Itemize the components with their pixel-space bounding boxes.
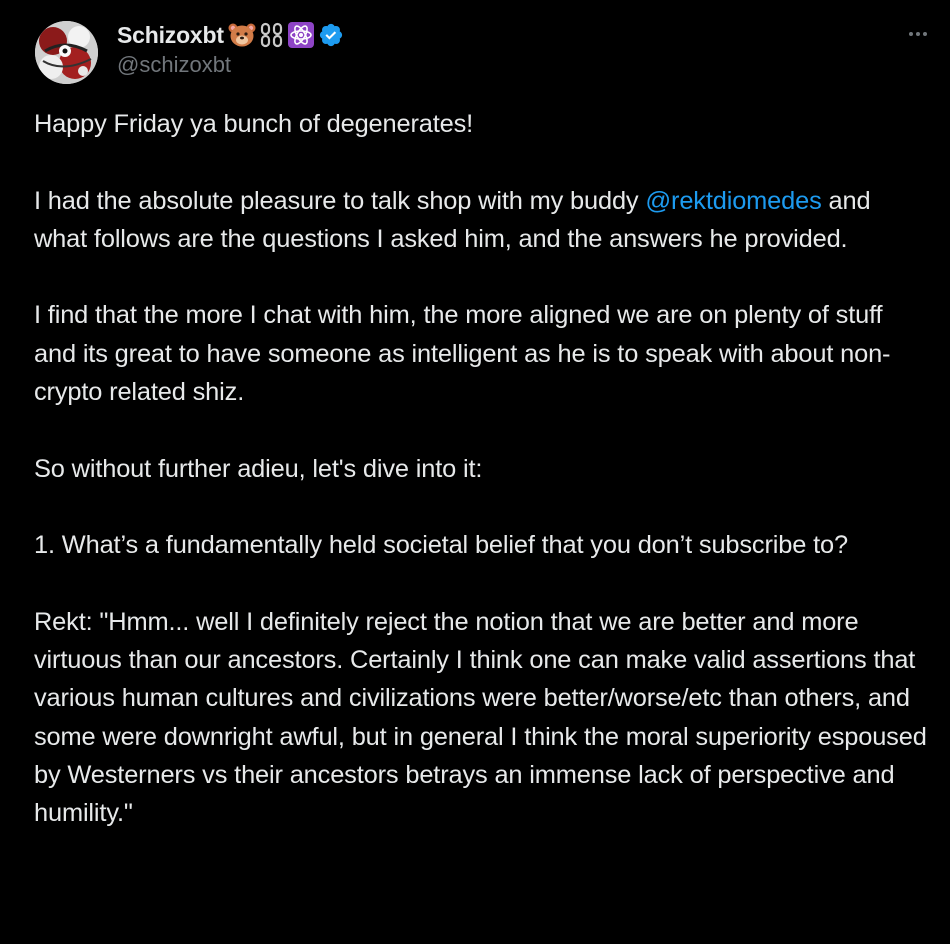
- mention-link[interactable]: @rektdiomedes: [645, 187, 821, 215]
- avatar[interactable]: [35, 21, 98, 84]
- tweet-text: Happy Friday ya bunch of degenerates! I …: [34, 105, 929, 833]
- tweet-answer-1: Rekt: "Hmm... well I definitely reject t…: [34, 607, 927, 828]
- verified-badge-icon[interactable]: [318, 22, 344, 48]
- more-dots-icon[interactable]: [900, 22, 936, 46]
- chain-emoji: [260, 22, 284, 48]
- tweet-question-1: 1. What’s a fundamentally held societal …: [34, 531, 848, 560]
- author-handle[interactable]: @schizoxbt: [117, 52, 231, 78]
- tweet-intro: I had the absolute pleasure to talk shop…: [34, 182, 929, 259]
- author-display-name[interactable]: Schizoxbt: [117, 22, 224, 49]
- tweet-paragraph-3: So without further adieu, let's dive int…: [34, 454, 483, 483]
- atom-emoji: [287, 22, 314, 48]
- author-name-row[interactable]: Schizoxbt: [117, 18, 344, 52]
- avatar-image: [35, 21, 98, 84]
- tweet-intro-before: I had the absolute pleasure to talk shop…: [34, 186, 646, 215]
- tweet-paragraph-2: I find that the more I chat with him, th…: [34, 301, 891, 407]
- bear-face-emoji: [228, 22, 256, 48]
- tweet-greeting: Happy Friday ya bunch of degenerates!: [34, 110, 474, 138]
- tweet: Schizoxbt @schizoxbt Happy Friday ya bun…: [0, 0, 950, 944]
